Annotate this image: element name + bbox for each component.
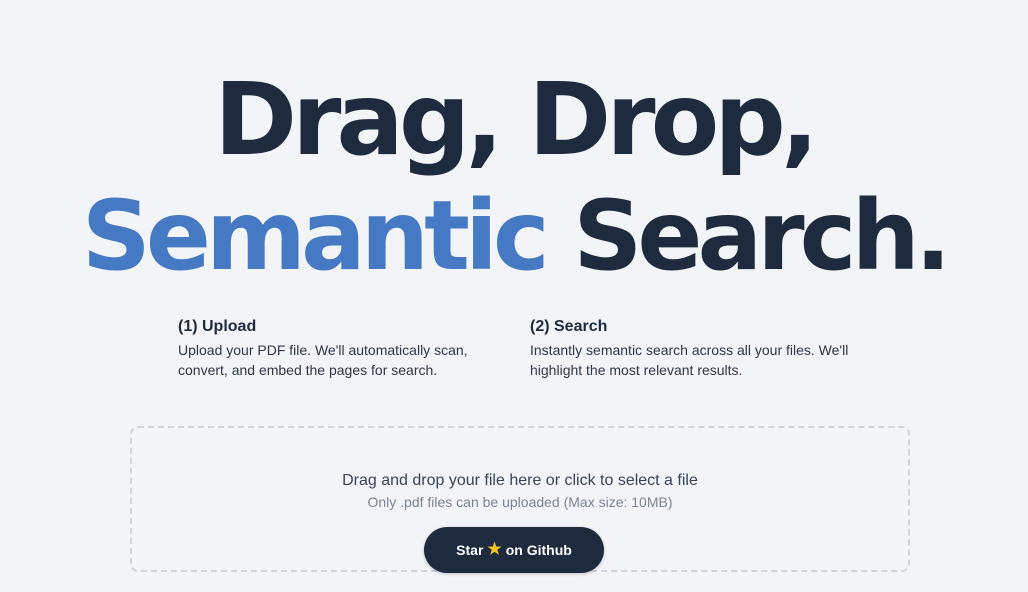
hero-line-1: Drag, Drop, <box>214 61 819 178</box>
github-button-prefix: Star <box>456 542 484 558</box>
step-search: (2) Search Instantly semantic search acr… <box>530 318 860 380</box>
hero-line-2: Semantic Search. <box>0 188 1028 284</box>
step-search-description: Instantly semantic search across all you… <box>530 342 849 378</box>
star-icon: ★ <box>487 541 502 558</box>
hero-accent-word: Semantic <box>81 180 550 292</box>
hero-headline: Drag, Drop, Semantic Search. <box>0 61 1028 285</box>
step-upload-description: Upload your PDF file. We'll automaticall… <box>178 342 468 378</box>
step-upload-title: (1) Upload <box>178 318 257 335</box>
star-on-github-button[interactable]: Star ★ on Github <box>424 527 604 573</box>
step-search-title: (2) Search <box>530 318 608 335</box>
hero-line-2-rest: Search. <box>573 180 951 292</box>
step-upload: (1) Upload Upload your PDF file. We'll a… <box>178 318 508 380</box>
dropzone-constraints: Only .pdf files can be uploaded (Max siz… <box>367 494 673 510</box>
github-button-suffix: on Github <box>505 542 572 558</box>
dropzone-instruction: Drag and drop your file here or click to… <box>342 472 698 489</box>
